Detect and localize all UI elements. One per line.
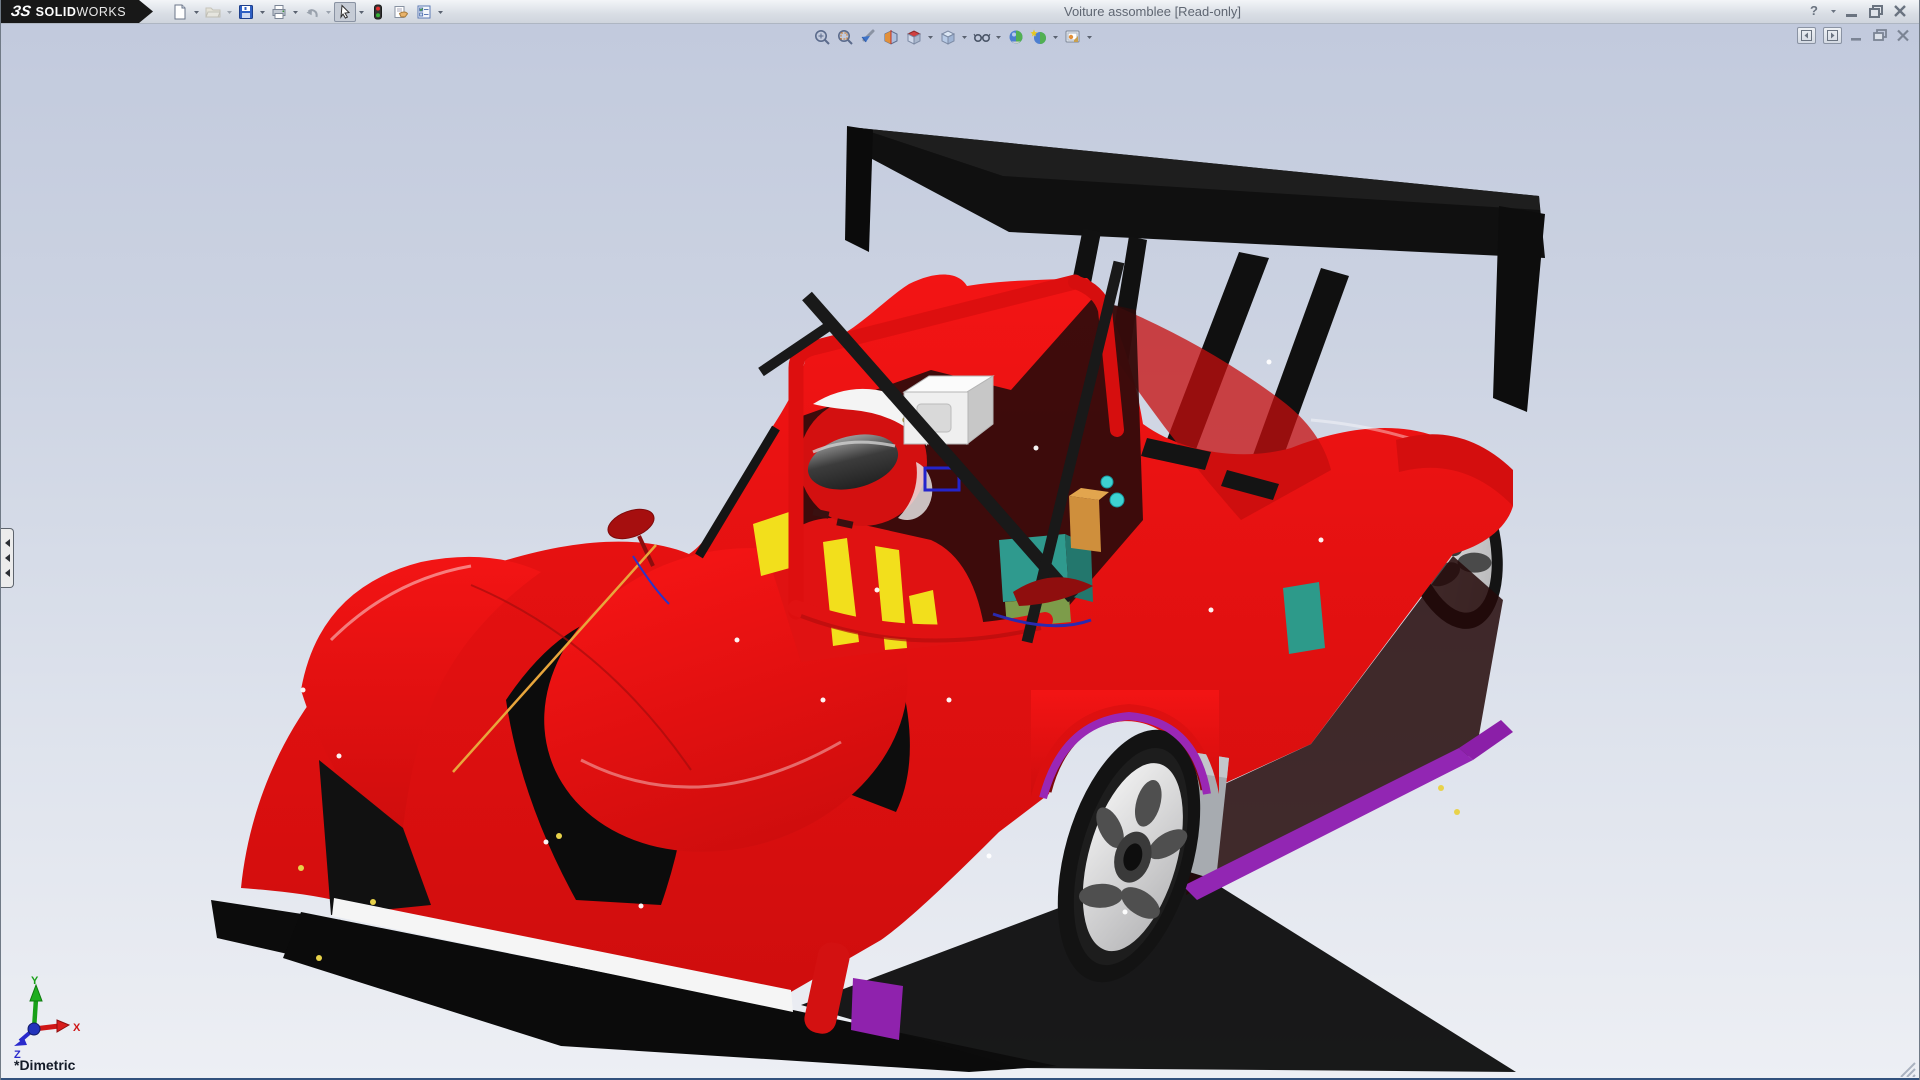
zoom-to-area-button[interactable] [834,27,855,47]
hide-show-items-button[interactable] [971,27,992,47]
edit-appearance-icon [1064,28,1082,46]
model-render-race-car[interactable] [1,23,1920,1078]
apply-scene-button[interactable] [1005,27,1026,47]
resize-grip[interactable] [1897,1061,1917,1077]
display-style-icon [939,28,957,46]
scene-sphere-icon [1007,28,1025,46]
view-orientation-icon [905,28,923,46]
select-cursor-button[interactable] [334,2,356,22]
undo-dropdown[interactable] [324,2,333,22]
previous-view-icon [859,28,877,46]
heads-up-view-toolbar [811,27,1094,47]
minimize-button[interactable] [1843,3,1861,19]
zoom-to-area-icon [836,28,854,46]
previous-view-button[interactable] [857,27,878,47]
eyeglasses-icon [973,28,991,46]
options-button[interactable] [413,2,435,22]
save-button[interactable] [235,2,257,22]
select-dropdown[interactable] [357,2,366,22]
orientation-triad: Y X Z [1,975,111,1060]
brand-solid: SOLID [36,5,77,19]
window-controls: ? [1804,2,1909,20]
view-settings-dropdown[interactable] [1051,27,1060,47]
close-button[interactable] [1891,3,1909,19]
solidworks-window: ЗS SOLIDWORKS [0,0,1920,1080]
hide-show-dropdown[interactable] [994,27,1003,47]
view-settings-icon [1030,28,1048,46]
print-dropdown[interactable] [291,2,300,22]
section-view-button[interactable] [880,27,901,47]
rebuild-button[interactable] [367,2,389,22]
view-orientation-dropdown[interactable] [926,27,935,47]
section-view-icon [882,28,900,46]
solidworks-logo: ЗS SOLIDWORKS [1,0,139,23]
pane-expand-arrow-icon [5,539,10,547]
restore-button[interactable] [1867,3,1885,19]
svg-text:X: X [73,1022,81,1034]
new-document-dropdown[interactable] [192,2,201,22]
zoom-to-fit-button[interactable] [811,27,832,47]
display-style-dropdown[interactable] [960,27,969,47]
document-window-controls [1797,27,1911,44]
collapse-pane-button[interactable] [1797,27,1816,44]
save-floppy-icon [238,4,254,20]
view-orientation-button[interactable] [903,27,924,47]
undo-icon [304,4,320,20]
display-style-button[interactable] [937,27,958,47]
options-checklist-icon [416,4,432,20]
restore-document-button[interactable] [1872,28,1888,43]
edit-color-button[interactable] [390,2,412,22]
logo-flyout-arrow[interactable] [139,0,153,23]
new-document-icon [172,4,188,20]
close-document-button[interactable] [1895,28,1911,43]
minimize-document-button[interactable] [1849,28,1865,43]
pane-expand-arrow-icon [5,554,10,562]
view-settings-button[interactable] [1028,27,1049,47]
brand-works: WORKS [76,5,126,19]
new-document-button[interactable] [169,2,191,22]
zoom-to-fit-icon [813,28,831,46]
camera-box [904,376,993,444]
logo-mark: ЗS [10,3,33,20]
print-button[interactable] [268,2,290,22]
open-document-dropdown[interactable] [225,2,234,22]
options-dropdown[interactable] [436,2,445,22]
edit-appearance-dropdown[interactable] [1085,27,1094,47]
open-folder-icon [205,4,221,20]
svg-text:Y: Y [31,975,39,987]
open-document-button[interactable] [202,2,224,22]
edit-appearance-button[interactable] [1062,27,1083,47]
expand-pane-icon [1827,30,1838,41]
title-bar: ЗS SOLIDWORKS [1,0,1919,24]
undo-button[interactable] [301,2,323,22]
save-dropdown[interactable] [258,2,267,22]
main-toolbar [169,0,445,23]
collapse-pane-icon [1801,30,1812,41]
print-icon [271,4,287,20]
window-title: Voiture assomblee [Read-only] [1064,4,1241,19]
select-cursor-icon [337,4,353,20]
expand-pane-button[interactable] [1823,27,1842,44]
help-dropdown[interactable] [1830,3,1837,19]
view-orientation-label: *Dimetric [14,1057,75,1073]
pane-expand-arrow-icon [5,569,10,577]
traffic-light-icon [370,4,386,20]
feature-pane-collapsed-tab[interactable] [1,528,14,588]
edit-color-icon [393,4,409,20]
help-button[interactable]: ? [1804,2,1824,20]
